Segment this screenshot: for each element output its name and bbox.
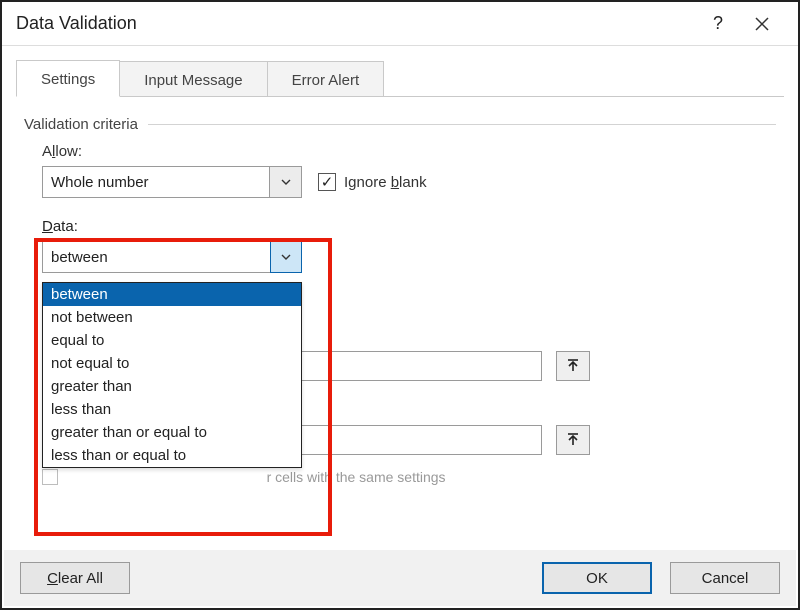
- checkbox-box: [318, 173, 336, 191]
- data-combo-chevron[interactable]: [270, 241, 302, 273]
- dialog-title: Data Validation: [16, 13, 696, 34]
- tab-input-message[interactable]: Input Message: [119, 61, 267, 97]
- data-combo-value: between: [43, 242, 270, 272]
- allow-combo-chevron[interactable]: [269, 167, 301, 197]
- dialog-window: Data Validation ? Settings Input Message…: [0, 0, 800, 610]
- ignore-blank-checkbox[interactable]: Ignore blank: [318, 173, 427, 191]
- data-option[interactable]: greater than or equal to: [43, 421, 301, 444]
- tab-error-alert[interactable]: Error Alert: [267, 61, 385, 97]
- dialog-footer: Clear All OK Cancel: [4, 550, 796, 606]
- minimum-ref-button[interactable]: [556, 351, 590, 381]
- tab-strip: Settings Input Message Error Alert: [2, 46, 798, 97]
- titlebar: Data Validation ?: [2, 2, 798, 46]
- allow-combo-value: Whole number: [43, 167, 269, 197]
- chevron-down-icon: [280, 251, 292, 263]
- section-validation-criteria: Validation criteria: [24, 116, 776, 133]
- clear-all-button[interactable]: Clear All: [20, 562, 130, 594]
- apply-checkbox[interactable]: [42, 469, 58, 485]
- data-option[interactable]: greater than: [43, 375, 301, 398]
- ok-button[interactable]: OK: [542, 562, 652, 594]
- cancel-button[interactable]: Cancel: [670, 562, 780, 594]
- data-option[interactable]: less than or equal to: [43, 444, 301, 467]
- allow-label: Allow:: [42, 143, 776, 160]
- maximum-ref-button[interactable]: [556, 425, 590, 455]
- close-icon: [754, 16, 770, 32]
- tab-settings[interactable]: Settings: [16, 60, 120, 97]
- apply-same-settings-row: Apply these changes to all othe r cells …: [42, 469, 776, 485]
- data-block: Data: between between not between equal …: [42, 218, 776, 273]
- data-option[interactable]: equal to: [43, 329, 301, 352]
- apply-same-text: r cells with the same settings: [267, 469, 446, 485]
- tab-underline: [16, 96, 784, 97]
- data-option[interactable]: not between: [43, 306, 301, 329]
- data-option[interactable]: not equal to: [43, 352, 301, 375]
- collapse-dialog-icon: [566, 359, 580, 373]
- data-combo[interactable]: between: [42, 241, 302, 273]
- allow-combo[interactable]: Whole number: [42, 166, 302, 198]
- close-button[interactable]: [740, 2, 784, 46]
- data-option[interactable]: less than: [43, 398, 301, 421]
- tab-content: Validation criteria Allow: Whole number …: [2, 98, 798, 485]
- chevron-down-icon: [280, 176, 292, 188]
- collapse-dialog-icon: [566, 433, 580, 447]
- data-dropdown-list[interactable]: between not between equal to not equal t…: [42, 282, 302, 468]
- help-button[interactable]: ?: [696, 2, 740, 46]
- data-option[interactable]: between: [43, 283, 301, 306]
- data-label: Data:: [42, 218, 776, 235]
